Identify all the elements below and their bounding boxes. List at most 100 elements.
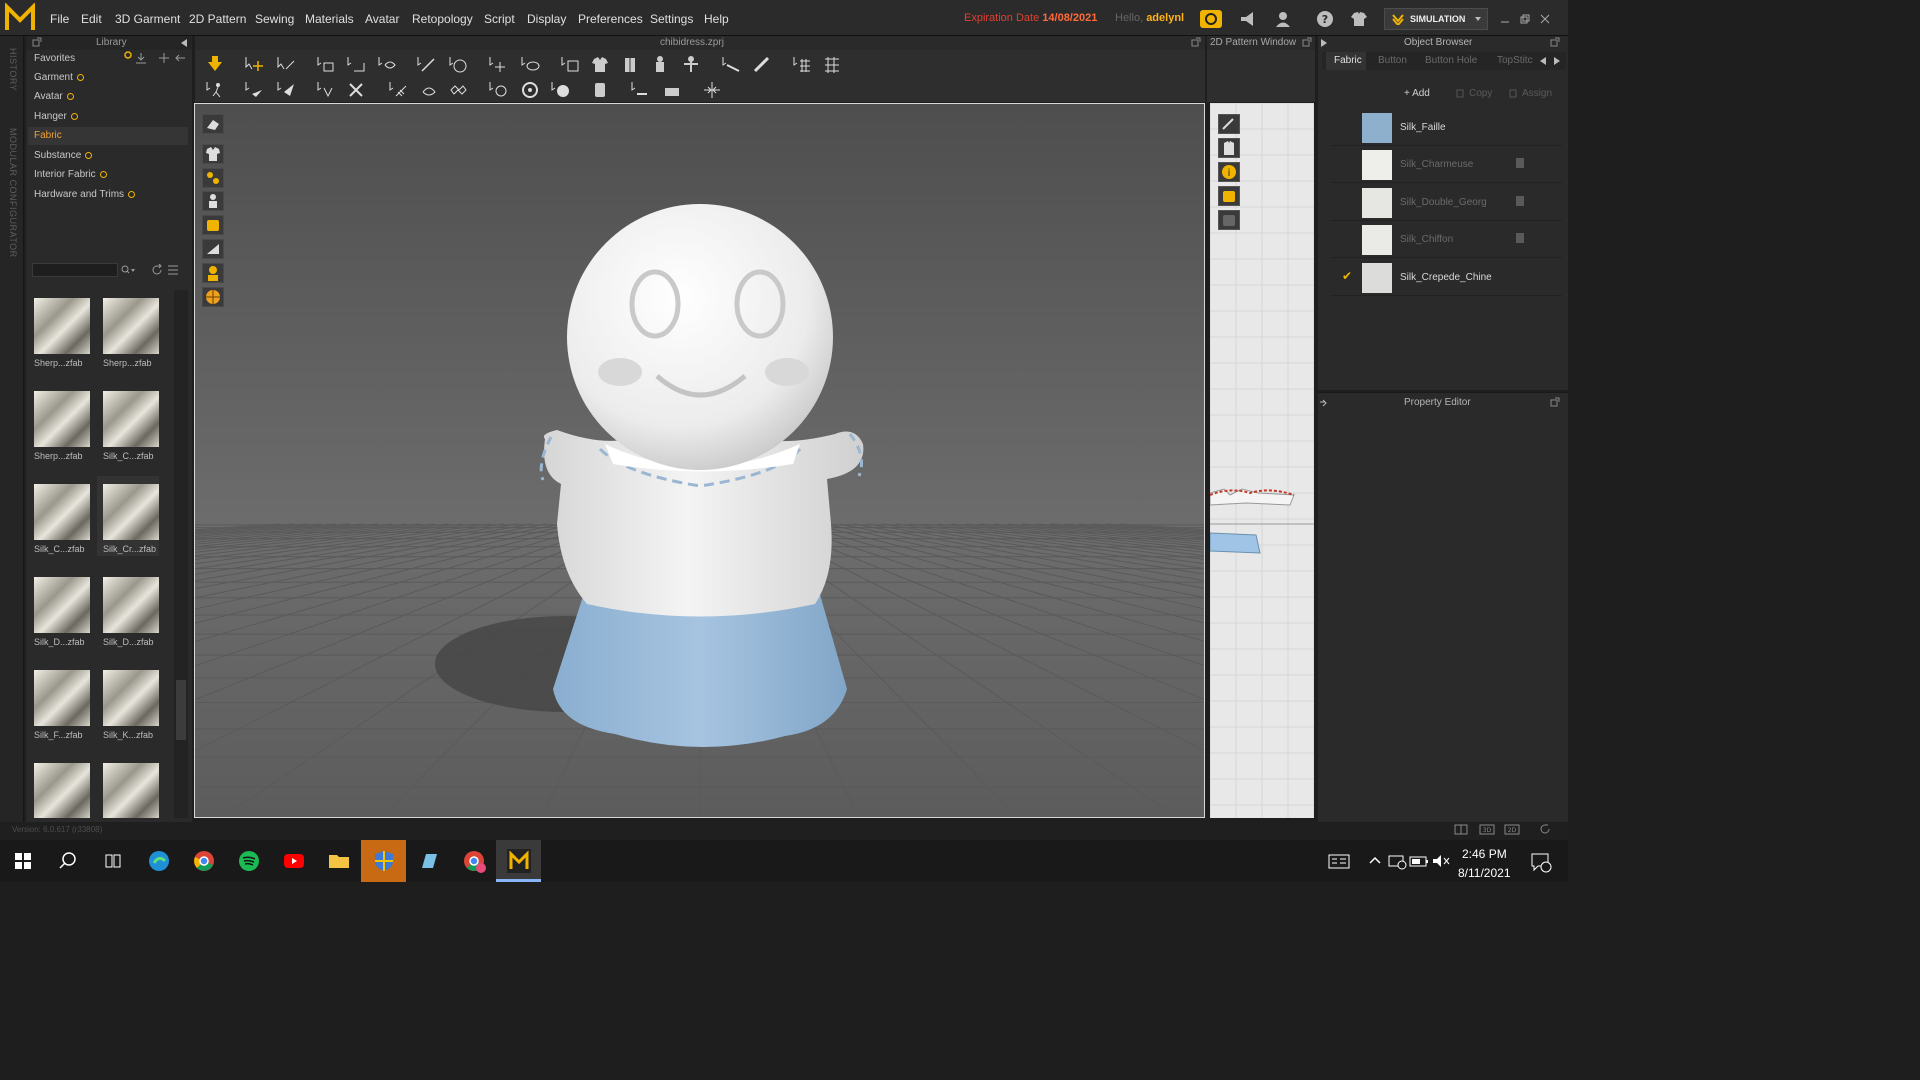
library-thumbnail-selected[interactable]: Silk_Cr...zfab bbox=[97, 476, 159, 556]
pattern-garment-icon[interactable] bbox=[1218, 138, 1240, 158]
piping-icon[interactable] bbox=[419, 80, 439, 98]
tab-modular-configurator[interactable]: MODULAR CONFIGURATOR bbox=[8, 128, 18, 258]
menu-materials[interactable]: Materials bbox=[305, 12, 354, 26]
button-icon[interactable] bbox=[488, 80, 508, 98]
select-mesh-icon[interactable] bbox=[276, 55, 296, 73]
popout-icon[interactable] bbox=[1550, 397, 1560, 410]
avatar-run-icon[interactable] bbox=[205, 80, 225, 98]
view-pins-icon[interactable] bbox=[202, 168, 224, 188]
library-item-fabric[interactable]: Fabric bbox=[28, 127, 188, 145]
fold-arrangement-icon[interactable] bbox=[316, 55, 336, 73]
close-icon[interactable] bbox=[1540, 14, 1550, 27]
announcement-icon[interactable] bbox=[1238, 10, 1258, 28]
fasten-button-icon[interactable] bbox=[550, 80, 570, 98]
select-move-icon[interactable] bbox=[244, 55, 264, 73]
volume-muted-icon[interactable] bbox=[1428, 848, 1454, 874]
library-scrollbar-thumb[interactable] bbox=[176, 680, 186, 740]
menu-help[interactable]: Help bbox=[704, 12, 729, 26]
buttonhole-icon[interactable] bbox=[520, 80, 540, 98]
search-icon[interactable] bbox=[121, 265, 135, 278]
collapse-left-icon[interactable] bbox=[180, 38, 188, 50]
copy-fabric-button[interactable]: Copy bbox=[1469, 86, 1492, 102]
library-item-hanger[interactable]: Hanger bbox=[28, 108, 188, 126]
library-thumbnail[interactable]: Silk_C...zfab bbox=[97, 383, 159, 463]
avatar-measure-icon[interactable] bbox=[681, 55, 701, 73]
measure-tape-icon[interactable] bbox=[721, 55, 741, 73]
library-thumbnail[interactable]: Sherp...zfab bbox=[28, 383, 90, 463]
library-item-interior-fabric[interactable]: Interior Fabric bbox=[28, 166, 188, 184]
restore-icon[interactable] bbox=[1520, 14, 1530, 27]
library-thumbnail[interactable]: Sherp...zfab bbox=[97, 290, 159, 370]
security-shield-icon[interactable] bbox=[371, 848, 397, 874]
pattern-trims-icon[interactable] bbox=[1218, 186, 1240, 206]
tab-scroll-right-icon[interactable] bbox=[1554, 56, 1560, 68]
spotify-icon[interactable] bbox=[236, 848, 262, 874]
windows-start-icon[interactable] bbox=[10, 848, 36, 874]
library-thumbnail[interactable]: Silk_K...zfab bbox=[97, 662, 159, 742]
username[interactable]: adelynl bbox=[1146, 12, 1184, 24]
delete-icon[interactable] bbox=[1516, 196, 1524, 206]
fabric-list-item[interactable]: Silk_Chiffon bbox=[1330, 222, 1562, 258]
zipper-icon[interactable] bbox=[388, 80, 408, 98]
avatar-garment-icon[interactable] bbox=[590, 55, 610, 73]
pattern-info-icon[interactable]: i bbox=[1218, 162, 1240, 182]
layout-single-icon[interactable] bbox=[1454, 824, 1468, 838]
tab-topstitch[interactable]: TopStitc bbox=[1497, 55, 1533, 66]
cloud-sync-icon[interactable] bbox=[1200, 10, 1222, 28]
taskbar-clock-date[interactable]: 8/11/2021 bbox=[1458, 866, 1511, 880]
trace-multi-icon[interactable] bbox=[276, 80, 296, 98]
texture-edit-icon[interactable] bbox=[560, 55, 580, 73]
unfold-icon[interactable] bbox=[377, 55, 397, 73]
chrome-icon[interactable] bbox=[191, 848, 217, 874]
help-icon[interactable]: ? bbox=[1315, 10, 1335, 28]
grid-select-icon[interactable] bbox=[792, 55, 812, 73]
menu-retopology[interactable]: Retopology bbox=[412, 12, 473, 26]
tab-scroll-left-icon[interactable] bbox=[1540, 56, 1546, 68]
tack-icon[interactable] bbox=[488, 55, 508, 73]
topstitch-icon[interactable] bbox=[630, 80, 650, 98]
popout-icon[interactable] bbox=[1550, 37, 1560, 50]
popout-icon[interactable] bbox=[32, 37, 42, 50]
download-icon[interactable] bbox=[135, 52, 147, 67]
fabric-list-item[interactable]: Silk_Double_Georg bbox=[1330, 185, 1562, 221]
3d-viewport[interactable] bbox=[194, 103, 1205, 818]
menu-3d-garment[interactable]: 3D Garment bbox=[115, 12, 180, 26]
tab-button-hole[interactable]: Button Hole bbox=[1425, 55, 1477, 66]
segment-sewing-icon[interactable] bbox=[416, 55, 436, 73]
add-icon[interactable] bbox=[158, 52, 170, 67]
menu-edit[interactable]: Edit bbox=[81, 12, 102, 26]
expand-right-icon[interactable] bbox=[1320, 38, 1328, 50]
expand-arrow-icon[interactable] bbox=[1320, 398, 1328, 410]
puckering-icon[interactable] bbox=[448, 80, 468, 98]
list-view-icon[interactable] bbox=[167, 264, 179, 279]
file-explorer-icon[interactable] bbox=[326, 848, 352, 874]
app-blue-icon[interactable] bbox=[416, 848, 442, 874]
menu-2d-pattern[interactable]: 2D Pattern bbox=[189, 12, 246, 26]
library-item-garment[interactable]: Garment bbox=[28, 69, 188, 87]
pattern-pen-icon[interactable] bbox=[1218, 114, 1240, 134]
library-thumbnail[interactable]: Silk_D...zfab bbox=[28, 569, 90, 649]
delete-icon[interactable] bbox=[1516, 233, 1524, 243]
view-avatar-icon[interactable] bbox=[202, 191, 224, 211]
library-item-avatar[interactable]: Avatar bbox=[28, 88, 188, 106]
menu-settings[interactable]: Settings bbox=[650, 12, 693, 26]
library-item-hardware-and-trims[interactable]: Hardware and Trims bbox=[28, 186, 188, 204]
library-thumbnail[interactable] bbox=[28, 755, 90, 818]
snap-icon[interactable] bbox=[702, 80, 722, 98]
view-camera-icon[interactable] bbox=[202, 114, 224, 134]
view-garment-icon[interactable] bbox=[202, 144, 224, 164]
ruler-icon[interactable] bbox=[752, 55, 772, 73]
marvelous-logo[interactable] bbox=[4, 2, 36, 33]
view-textures-icon[interactable] bbox=[202, 239, 224, 259]
cross-icon[interactable] bbox=[346, 80, 366, 98]
menu-file[interactable]: File bbox=[50, 12, 69, 26]
shirt-store-icon[interactable] bbox=[1349, 10, 1369, 28]
search-icon[interactable] bbox=[55, 848, 81, 874]
library-thumbnail[interactable]: Sherp...zfab bbox=[28, 290, 90, 370]
shift-icon[interactable] bbox=[316, 80, 336, 98]
layout-3d-icon[interactable]: 3D bbox=[1479, 824, 1495, 838]
fold-icon[interactable] bbox=[346, 55, 366, 73]
trims-icon[interactable] bbox=[590, 80, 610, 98]
edge-browser-icon[interactable] bbox=[146, 848, 172, 874]
grid-icon[interactable] bbox=[822, 55, 842, 73]
